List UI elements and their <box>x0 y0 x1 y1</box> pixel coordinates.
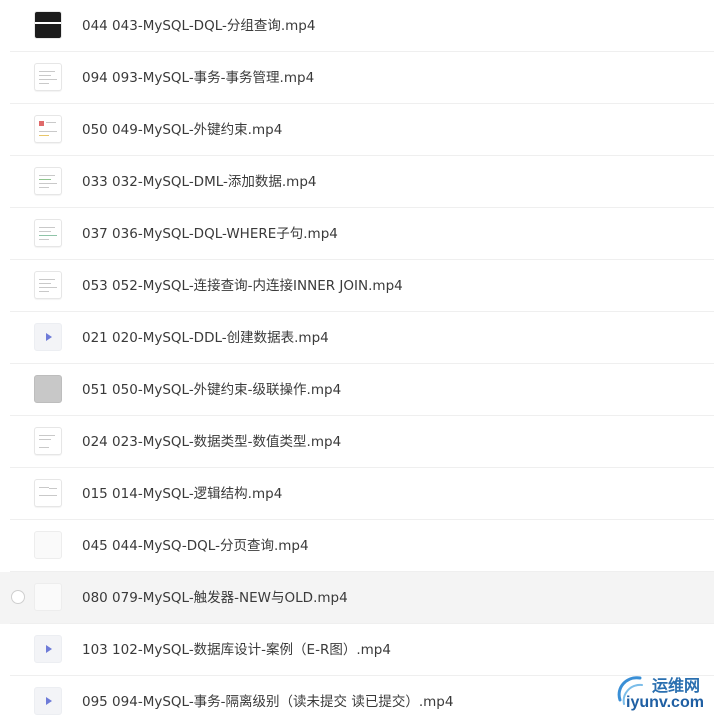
video-thumbnail <box>34 375 62 403</box>
file-name: 024 023-MySQL-数据类型-数值类型.mp4 <box>82 434 342 450</box>
video-thumbnail <box>34 479 62 507</box>
video-thumbnail <box>34 271 62 299</box>
list-item[interactable]: 045 044-MySQ-DQL-分页查询.mp4 <box>0 520 714 572</box>
file-name: 044 043-MySQL-DQL-分组查询.mp4 <box>82 18 316 34</box>
list-item[interactable]: 021 020-MySQL-DDL-创建数据表.mp4 <box>0 312 714 364</box>
list-item[interactable]: 044 043-MySQL-DQL-分组查询.mp4 <box>0 0 714 52</box>
file-name: 095 094-MySQL-事务-隔离级别（读未提交 读已提交）.mp4 <box>82 694 454 710</box>
file-name: 045 044-MySQ-DQL-分页查询.mp4 <box>82 538 309 554</box>
watermark-cn: 运维网 <box>652 676 701 695</box>
watermark-en: iyunv.com <box>626 694 704 711</box>
file-name: 033 032-MySQL-DML-添加数据.mp4 <box>82 174 317 190</box>
list-item[interactable]: 024 023-MySQL-数据类型-数值类型.mp4 <box>0 416 714 468</box>
video-thumbnail <box>34 63 62 91</box>
list-item[interactable]: 033 032-MySQL-DML-添加数据.mp4 <box>0 156 714 208</box>
file-name: 053 052-MySQL-连接查询-内连接INNER JOIN.mp4 <box>82 278 403 294</box>
list-item[interactable]: 080 079-MySQL-触发器-NEW与OLD.mp4 <box>0 572 714 624</box>
list-item[interactable]: 037 036-MySQL-DQL-WHERE子句.mp4 <box>0 208 714 260</box>
list-item[interactable]: 050 049-MySQL-外键约束.mp4 <box>0 104 714 156</box>
file-name: 051 050-MySQL-外键约束-级联操作.mp4 <box>82 382 342 398</box>
list-item[interactable]: 053 052-MySQL-连接查询-内连接INNER JOIN.mp4 <box>0 260 714 312</box>
file-name: 094 093-MySQL-事务-事务管理.mp4 <box>82 70 315 86</box>
file-name: 080 079-MySQL-触发器-NEW与OLD.mp4 <box>82 590 348 606</box>
play-icon <box>34 687 62 715</box>
file-name: 037 036-MySQL-DQL-WHERE子句.mp4 <box>82 226 338 242</box>
file-name: 103 102-MySQL-数据库设计-案例（E-R图）.mp4 <box>82 642 391 658</box>
watermark: 运维网 iyunv.com <box>612 668 712 716</box>
list-item[interactable]: 051 050-MySQL-外键约束-级联操作.mp4 <box>0 364 714 416</box>
video-thumbnail <box>34 583 62 611</box>
list-item[interactable]: 094 093-MySQL-事务-事务管理.mp4 <box>0 52 714 104</box>
select-checkbox[interactable] <box>11 590 25 604</box>
file-name: 015 014-MySQL-逻辑结构.mp4 <box>82 486 283 502</box>
list-item[interactable]: 015 014-MySQL-逻辑结构.mp4 <box>0 468 714 520</box>
video-thumbnail <box>34 427 62 455</box>
file-name: 021 020-MySQL-DDL-创建数据表.mp4 <box>82 330 329 346</box>
list-item[interactable]: 095 094-MySQL-事务-隔离级别（读未提交 读已提交）.mp4 <box>0 676 714 728</box>
list-item[interactable]: 103 102-MySQL-数据库设计-案例（E-R图）.mp4 <box>0 624 714 676</box>
play-icon <box>34 635 62 663</box>
play-icon <box>34 323 62 351</box>
video-thumbnail <box>34 11 62 39</box>
video-thumbnail <box>34 531 62 559</box>
file-name: 050 049-MySQL-外键约束.mp4 <box>82 122 283 138</box>
video-thumbnail <box>34 115 62 143</box>
file-list: 044 043-MySQL-DQL-分组查询.mp4 094 093-MySQL… <box>0 0 714 718</box>
video-thumbnail <box>34 167 62 195</box>
video-thumbnail <box>34 219 62 247</box>
